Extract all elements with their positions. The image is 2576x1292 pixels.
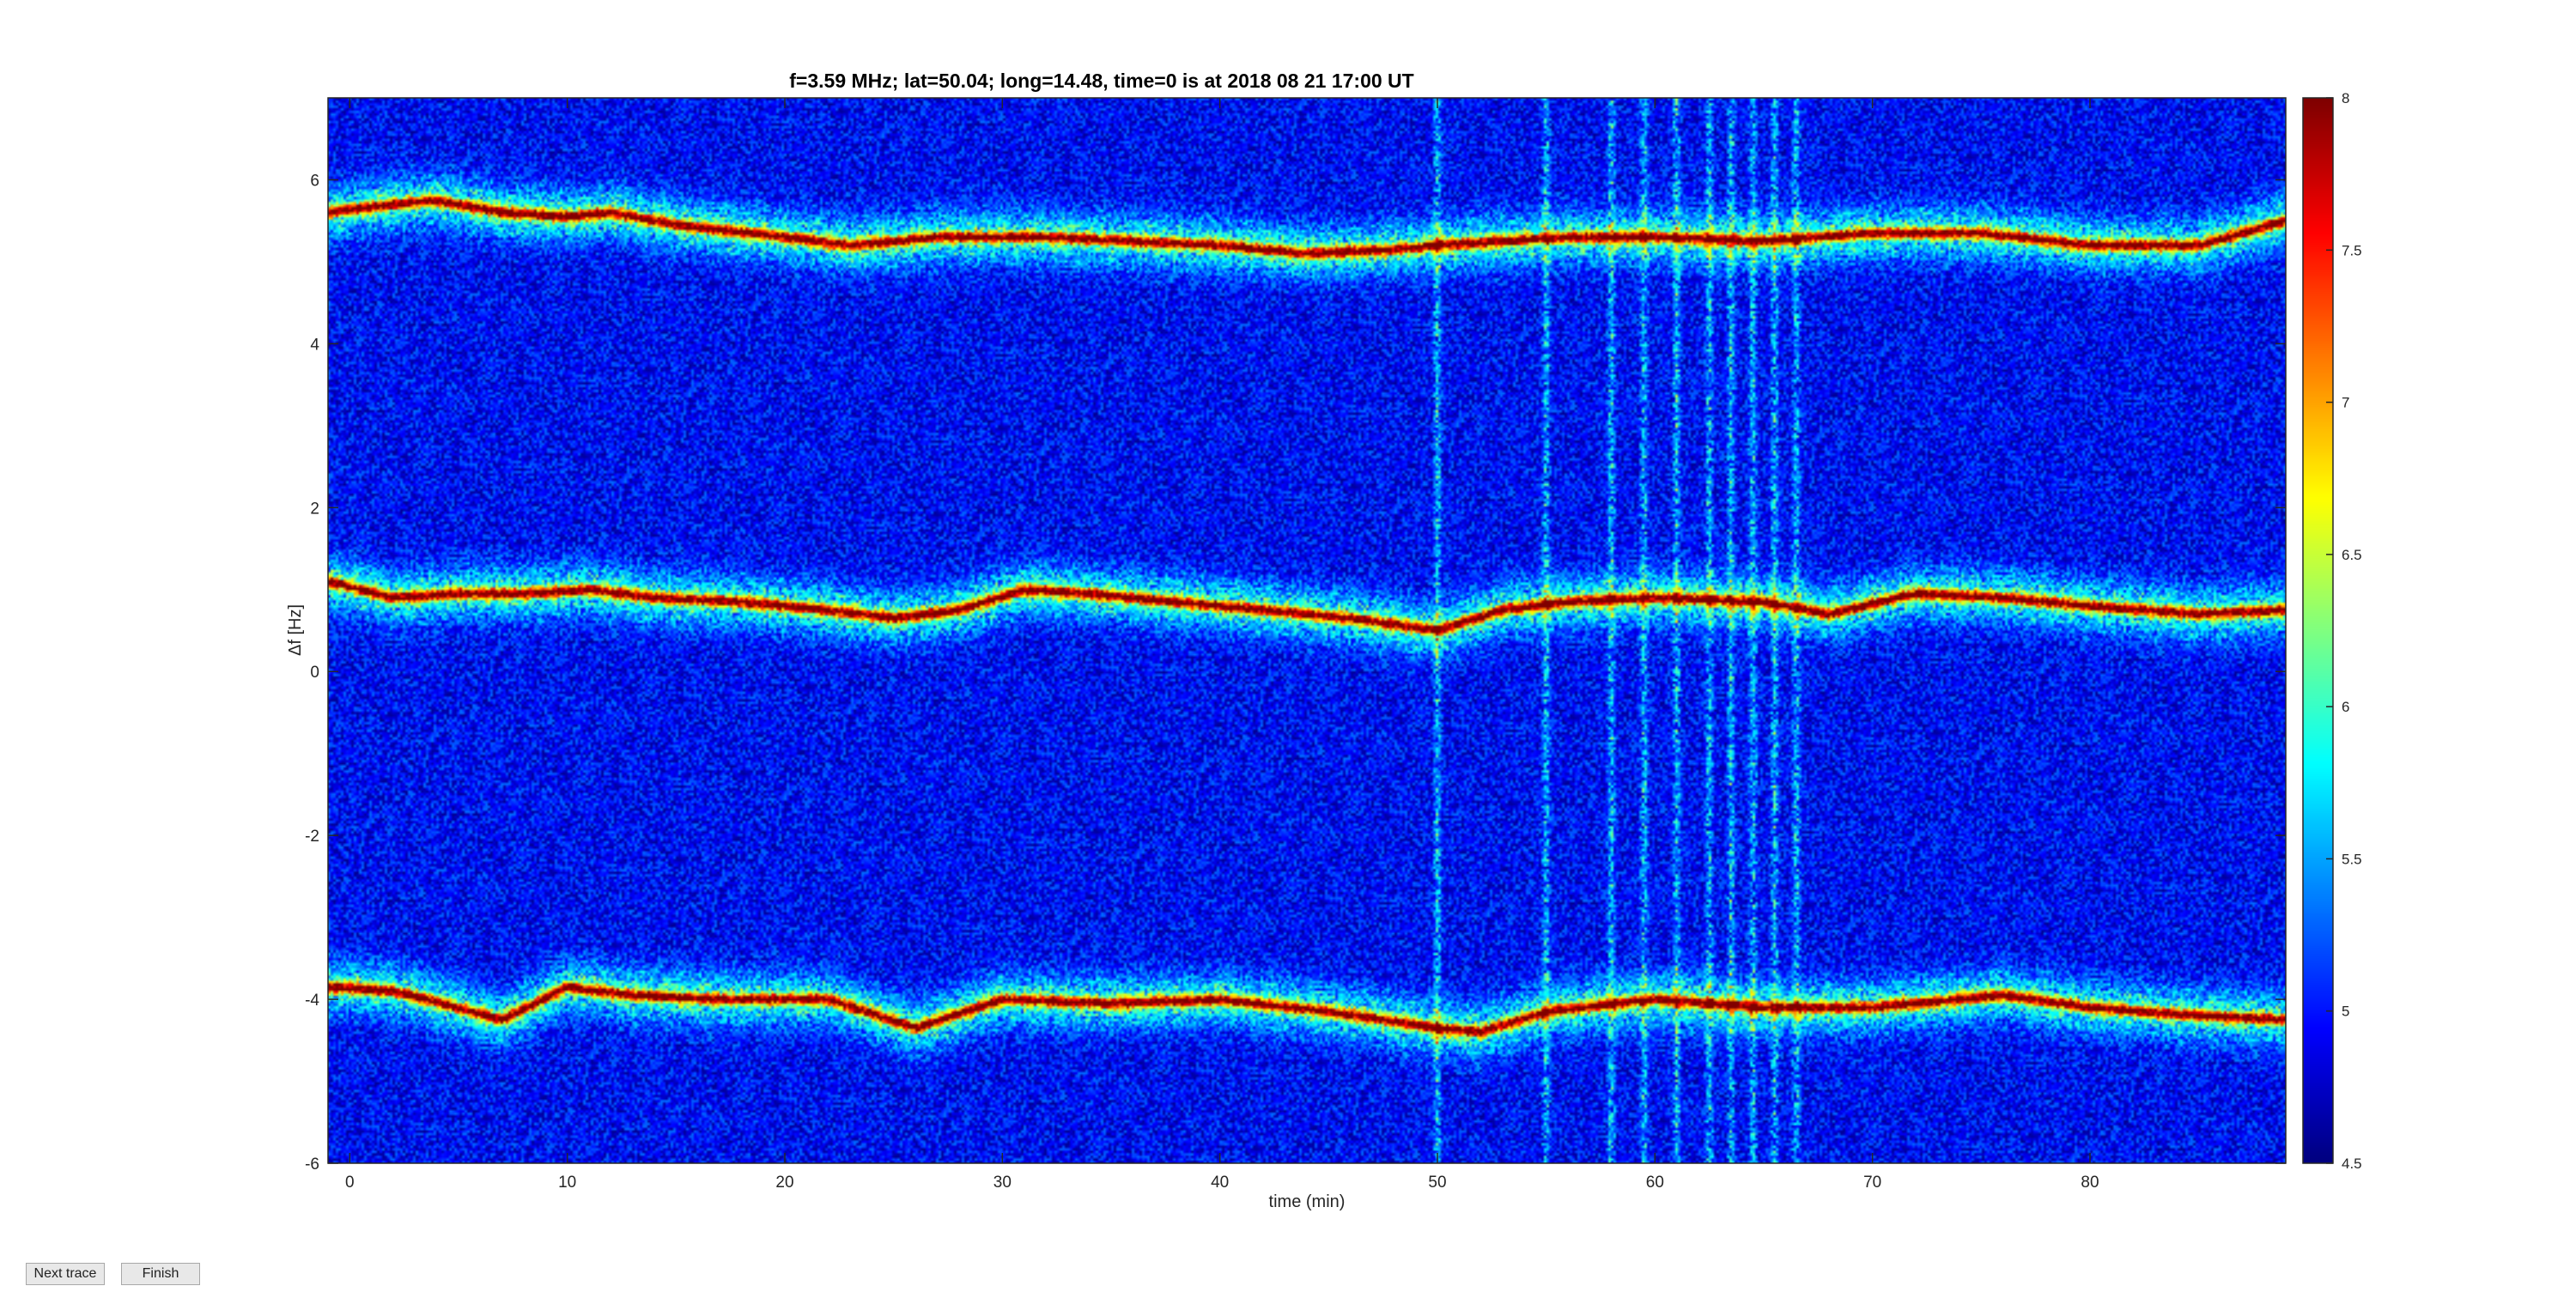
colorbar-tick-label: 7	[2342, 395, 2349, 411]
x-tick-label: 10	[558, 1174, 576, 1192]
x-tick-label: 80	[2081, 1174, 2099, 1192]
finish-button[interactable]: Finish	[121, 1263, 200, 1285]
colorbar-tick-label: 6.5	[2342, 547, 2362, 563]
figure-canvas: f=3.59 MHz; lat=50.04; long=14.48, time=…	[286, 70, 2362, 1211]
spectrogram-heatmap	[328, 98, 2286, 1163]
colorbar-tick-label: 4.5	[2342, 1156, 2362, 1172]
y-tick-label: -2	[305, 828, 319, 846]
colorbar: 4.5 5 5.5 6 6.5 7 7.5 8	[2302, 90, 2362, 1172]
colorbar-tick-label: 6	[2342, 699, 2349, 715]
y-tick-label: 4	[310, 336, 319, 354]
x-tick-label: 70	[1863, 1174, 1881, 1192]
colorbar-tick-label: 7.5	[2342, 242, 2362, 258]
y-tick-label: -6	[305, 1156, 319, 1174]
x-tick-label: 40	[1211, 1174, 1229, 1192]
y-axis-label: Δf [Hz]	[286, 604, 305, 656]
chart-title: f=3.59 MHz; lat=50.04; long=14.48, time=…	[789, 70, 1413, 92]
heatmap-plot-area	[327, 97, 2287, 1164]
y-tick-label: -4	[305, 992, 319, 1010]
y-tick-label: 2	[310, 500, 319, 518]
colorbar-gradient	[2303, 98, 2333, 1163]
x-tick-label: 0	[345, 1174, 355, 1192]
y-tick-label: 6	[310, 172, 319, 190]
x-tick-label: 20	[775, 1174, 793, 1192]
x-tick-label: 50	[1428, 1174, 1446, 1192]
colorbar-tick-label: 8	[2342, 90, 2349, 106]
x-tick-label: 60	[1646, 1174, 1664, 1192]
x-tick-label: 30	[993, 1174, 1012, 1192]
y-tick-label: 0	[310, 664, 319, 682]
colorbar-tick-label: 5.5	[2342, 851, 2362, 867]
x-axis-label: time (min)	[1269, 1192, 1346, 1211]
colorbar-tick-label: 5	[2342, 1004, 2349, 1020]
next-trace-button[interactable]: Next trace	[26, 1263, 105, 1285]
